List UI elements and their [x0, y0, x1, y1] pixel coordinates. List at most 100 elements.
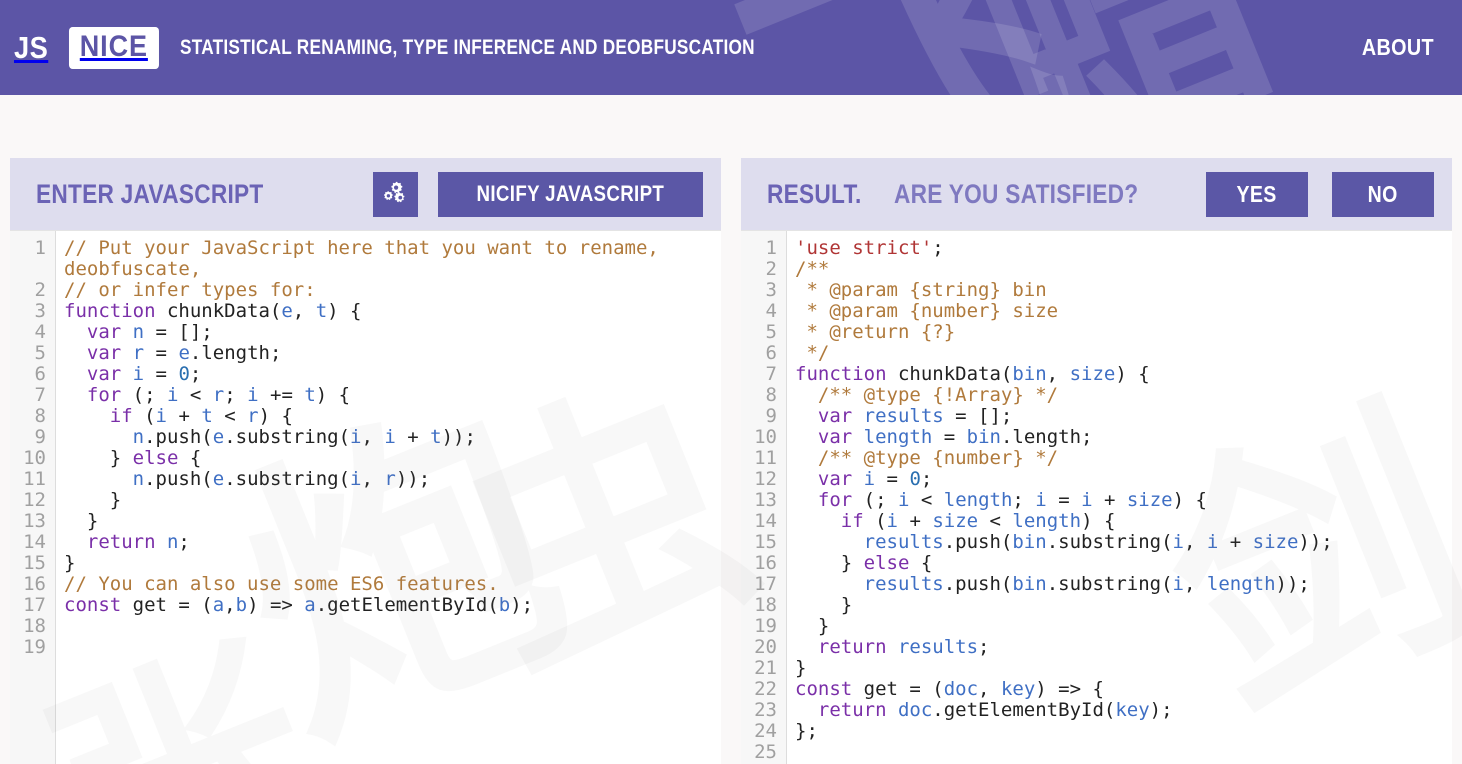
code-token: if: [109, 405, 133, 427]
input-code-area[interactable]: // Put your JavaScript here that you wan…: [56, 231, 721, 764]
code-token: results: [863, 573, 944, 595]
watermark-glyph: 飞: [705, 0, 1114, 95]
line-number: 6: [34, 363, 46, 385]
brand-logo[interactable]: JS NICE: [14, 26, 164, 69]
code-token: a: [304, 594, 316, 616]
code-token: r: [132, 342, 145, 364]
code-line: if (i + size < length) {: [795, 511, 1452, 532]
code-token: b: [235, 594, 248, 616]
line-number: 12: [754, 468, 777, 490]
code-token: size: [1252, 531, 1299, 553]
code-token: a: [212, 594, 225, 616]
site-tagline: STATISTICAL RENAMING, TYPE INFERENCE AND…: [179, 35, 755, 59]
code-token: doc: [897, 699, 933, 721]
code-line: */: [795, 343, 1452, 364]
code-line: }: [64, 511, 721, 532]
code-token: const: [795, 678, 864, 700]
line-number: 14: [23, 531, 46, 553]
result-editor[interactable]: 1 2 3 4 5 6 7 8 9 10 11 12 13 14 15 16 17 18 19 20 21 22 23 24 2…: [741, 230, 1452, 764]
code-token: r: [247, 405, 259, 427]
code-line: var length = bin.length;: [795, 427, 1452, 448]
code-token: b: [498, 594, 511, 616]
code-token: }: [795, 594, 853, 616]
code-token: }: [64, 552, 76, 574]
code-line: * @return {?}: [795, 322, 1452, 343]
code-line: const get = (doc, key) => {: [795, 679, 1452, 700]
input-editor[interactable]: 1 2 3 4 5 6 7 8 9 10 11 12 13 14 15 16 17 18 19 // Put you…: [10, 230, 721, 764]
line-number: 17: [23, 594, 46, 616]
code-line: for (; i < length; i = i + size) {: [795, 490, 1452, 511]
code-token: ) =>: [247, 594, 305, 616]
code-token: var: [86, 342, 133, 364]
code-token: .substring(: [224, 426, 351, 448]
settings-button[interactable]: [373, 171, 419, 217]
code-token: =: [875, 468, 910, 490]
result-code-area[interactable]: 'use strict';/** * @param {string} bin *…: [787, 231, 1452, 764]
code-token: else: [863, 552, 910, 574]
code-line: /** @type {!Array} */: [795, 385, 1452, 406]
code-token: t: [304, 384, 316, 406]
about-link[interactable]: ABOUT: [1362, 34, 1434, 61]
code-token: for: [86, 384, 122, 406]
code-token: i: [863, 468, 876, 490]
code-token: i: [247, 384, 259, 406]
code-token: * @return {?}: [795, 321, 956, 343]
code-line: n.push(e.substring(i, i + t));: [64, 427, 721, 448]
code-token: {: [909, 552, 933, 574]
feedback-no-button[interactable]: NO: [1332, 171, 1434, 217]
line-number: 11: [23, 468, 46, 490]
code-token: = [];: [943, 405, 1013, 427]
line-number: 22: [754, 678, 777, 700]
code-token: i: [350, 426, 362, 448]
code-token: ;: [978, 636, 990, 658]
line-number: 7: [765, 363, 777, 385]
code-token: bin: [1012, 531, 1047, 553]
line-number: 1: [765, 237, 777, 259]
line-number: 19: [754, 615, 777, 637]
code-token: <: [978, 510, 1013, 532]
code-token: ;: [189, 363, 202, 385]
feedback-yes-button[interactable]: YES: [1206, 171, 1308, 217]
code-token: ));: [441, 426, 476, 448]
line-number: 4: [765, 300, 777, 322]
input-panel-header: ENTER JAVASCRIPT NICIFY JAVASCRIPT: [10, 158, 721, 230]
code-token: i: [350, 468, 362, 490]
logo-nice-badge: NICE: [68, 26, 159, 69]
code-token: ,: [224, 594, 236, 616]
code-token: ,: [978, 678, 1001, 700]
line-number: 7: [34, 384, 46, 406]
code-token: <: [212, 405, 248, 427]
line-number: 6: [765, 342, 777, 364]
code-line: function chunkData(bin, size) {: [795, 364, 1452, 385]
code-line: var results = [];: [795, 406, 1452, 427]
code-token: }: [795, 552, 864, 574]
no-button-label: NO: [1367, 180, 1399, 207]
code-token: 0: [178, 363, 190, 385]
code-token: // You can also use some ES6 features.: [64, 573, 499, 595]
code-token: results: [863, 405, 944, 427]
nicify-button-label: NICIFY JAVASCRIPT: [476, 181, 665, 206]
code-token: ) {: [327, 300, 362, 322]
line-number: 15: [23, 552, 46, 574]
yes-button-label: YES: [1236, 180, 1278, 207]
code-token: }: [795, 657, 807, 679]
satisfaction-question: ARE YOU SATISFIED?: [893, 178, 1138, 209]
code-token: }: [795, 615, 830, 637]
code-token: =: [932, 426, 967, 448]
code-line: // You can also use some ES6 features.: [64, 574, 721, 595]
line-number: 4: [34, 321, 46, 343]
code-token: t: [315, 300, 328, 322]
nicify-button[interactable]: NICIFY JAVASCRIPT: [438, 171, 703, 217]
code-line: } else {: [795, 553, 1452, 574]
